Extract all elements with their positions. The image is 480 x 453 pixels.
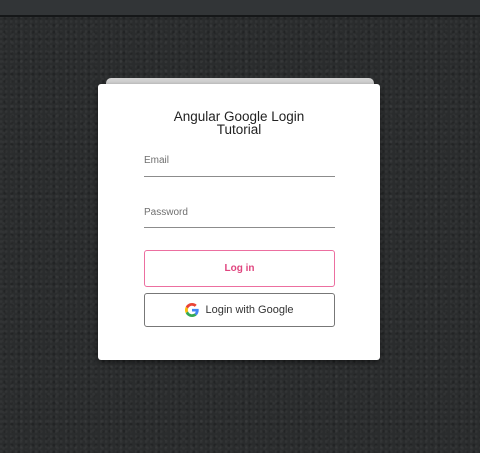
password-label: Password <box>144 207 188 218</box>
top-bar <box>0 0 480 17</box>
google-g-icon <box>185 303 200 317</box>
password-field[interactable]: Password <box>144 207 335 231</box>
card-title-line-2: Tutorial <box>216 122 262 137</box>
google-button-label: Login with Google <box>205 304 294 316</box>
email-underline <box>144 176 335 177</box>
login-card: Angular Google Login Tutorial Email Pass… <box>98 84 380 360</box>
login-button[interactable]: Log in <box>144 250 335 287</box>
card-title: Angular Google Login Tutorial <box>98 110 380 137</box>
email-label: Email <box>144 155 170 166</box>
email-field[interactable]: Email <box>144 155 335 179</box>
login-button-label: Log in <box>224 263 255 274</box>
google-login-button[interactable]: Login with Google <box>144 293 335 327</box>
password-underline <box>144 227 335 228</box>
